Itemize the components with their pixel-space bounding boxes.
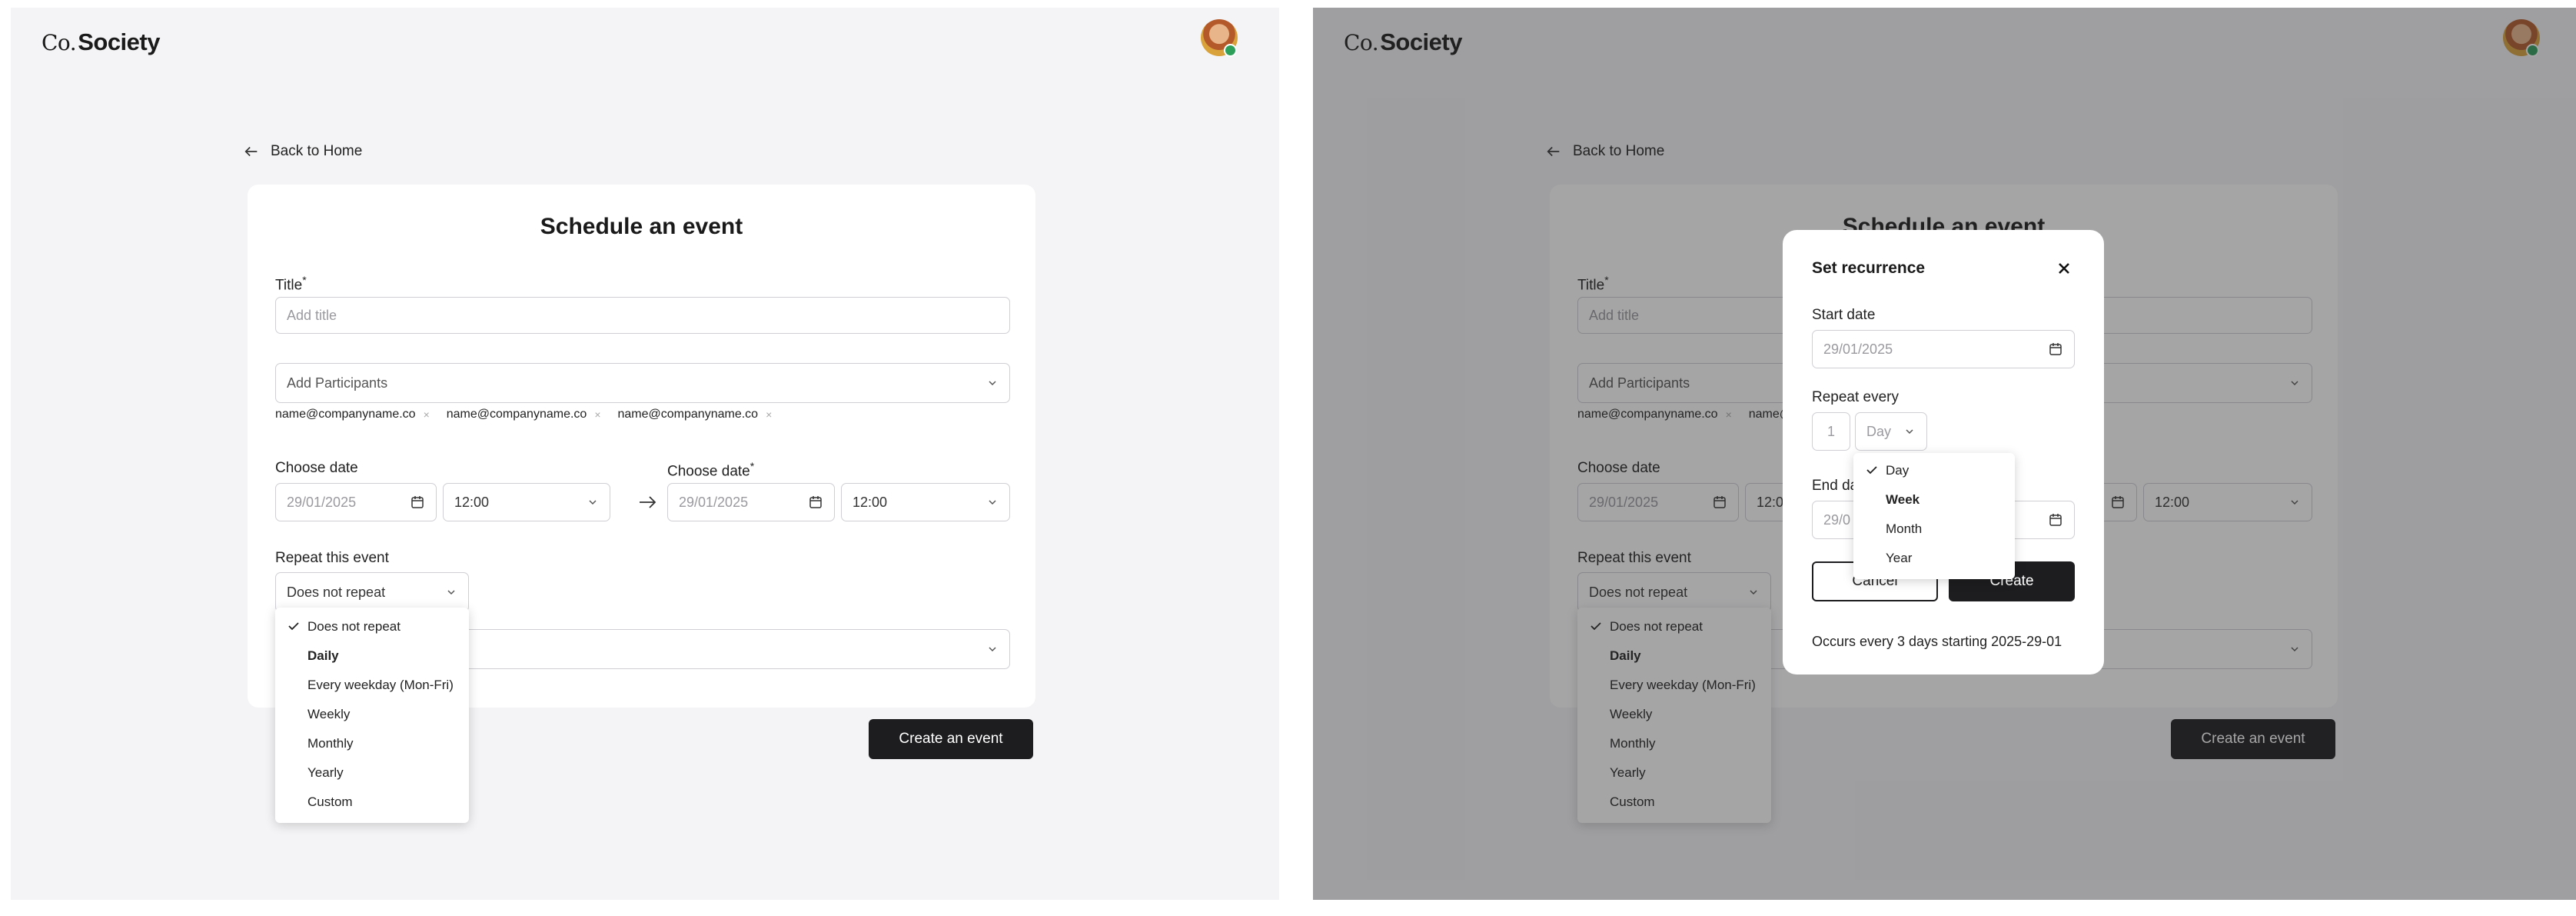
unit-dropdown: Day Week Month Year [1853, 453, 2015, 579]
chevron-down-icon [989, 500, 996, 505]
calendar-icon [2049, 343, 2062, 355]
hidden-select[interactable] [455, 629, 1010, 669]
recurrence-summary: Occurs every 3 days starting 2025-29-01 [1812, 634, 2062, 649]
end-time-select[interactable]: 12:00 [841, 483, 1010, 521]
avatar[interactable] [1201, 19, 1238, 57]
arrow-left-icon [244, 146, 258, 157]
repeat-dropdown: Does not repeat Daily Every weekday (Mon… [275, 608, 469, 823]
repeat-label: Repeat this event [275, 550, 389, 566]
title-label: Title* [275, 274, 307, 294]
repeat-option[interactable]: Monthly [275, 729, 469, 758]
screen-form: Co. Society Back to Home Schedule an eve… [11, 8, 1279, 900]
participant-chip: name@companyname.co× [275, 408, 430, 421]
repeat-option[interactable]: Daily [275, 641, 469, 671]
repeat-option[interactable]: Weekly [275, 700, 469, 729]
repeat-option[interactable]: Does not repeat [275, 612, 469, 641]
repeat-option[interactable]: Every weekday (Mon-Fri) [275, 671, 469, 700]
back-link[interactable]: Back to Home [243, 143, 362, 160]
chevron-down-icon [447, 590, 455, 595]
repeat-count-input[interactable]: 1 [1812, 412, 1850, 451]
logo-text: Society [78, 28, 160, 55]
participant-chip: name@companyname.co× [617, 408, 773, 421]
modal-start-date-input[interactable]: 29/01/2025 [1812, 330, 2075, 368]
chevron-down-icon [989, 381, 996, 386]
start-time-select[interactable]: 12:00 [443, 483, 610, 521]
calendar-icon [411, 496, 424, 508]
unit-option[interactable]: Day [1853, 456, 2015, 485]
chevron-down-icon [589, 500, 597, 505]
repeat-option[interactable]: Yearly [275, 758, 469, 788]
logo-mark: Co. [42, 29, 77, 55]
end-date-label: End da [1812, 478, 1859, 494]
close-icon[interactable] [2055, 259, 2073, 278]
end-date-input[interactable]: 29/01/2025 [667, 483, 835, 521]
repeat-unit-select[interactable]: Day [1855, 412, 1927, 451]
back-label: Back to Home [271, 143, 363, 159]
check-icon [1866, 466, 1877, 475]
start-date-input[interactable]: 29/01/2025 [275, 483, 437, 521]
screen-recurrence: Co. Society Back to Home Schedule an eve… [1313, 8, 2576, 900]
modal-title: Set recurrence [1812, 259, 1926, 277]
calendar-icon [2049, 514, 2062, 526]
start-date-label: Start date [1812, 307, 1876, 323]
title-input[interactable]: Add title [275, 297, 1010, 334]
calendar-icon [809, 496, 822, 508]
repeat-select[interactable]: Does not repeat [275, 572, 469, 612]
page-title: Schedule an event [540, 214, 743, 239]
remove-icon[interactable]: × [424, 408, 430, 421]
unit-option[interactable]: Month [1853, 515, 2015, 544]
participants-select[interactable]: Add Participants [275, 363, 1010, 403]
check-icon [288, 622, 299, 631]
brand-logo[interactable]: Co. Society [42, 22, 160, 63]
unit-option[interactable]: Week [1853, 485, 2015, 515]
chevron-down-icon [1906, 429, 1913, 435]
remove-icon[interactable]: × [766, 408, 772, 421]
recurrence-modal: Set recurrence Start date 29/01/2025 Rep… [1783, 230, 2104, 675]
unit-option[interactable]: Year [1853, 544, 2015, 573]
participant-chips: name@companyname.co× name@companyname.co… [275, 408, 772, 421]
end-date-label: Choose date* [667, 460, 755, 480]
participant-chip: name@companyname.co× [446, 408, 601, 421]
repeat-every-label: Repeat every [1812, 389, 1900, 405]
start-date-label: Choose date [275, 460, 358, 476]
remove-icon[interactable]: × [594, 408, 600, 421]
arrow-right-icon [640, 496, 656, 508]
chevron-down-icon [989, 647, 996, 652]
repeat-option[interactable]: Custom [275, 788, 469, 817]
create-event-button[interactable]: Create an event [869, 719, 1033, 759]
